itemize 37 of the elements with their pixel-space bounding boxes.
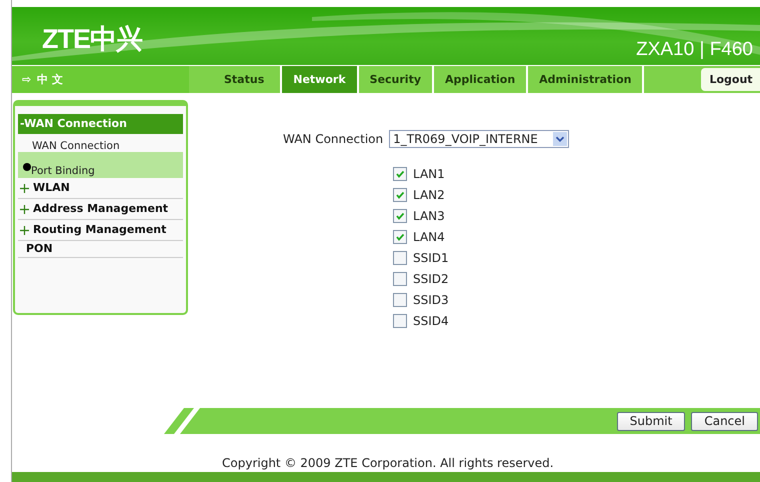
- logo: ZTE中兴: [42, 23, 142, 56]
- checkbox[interactable]: [393, 167, 407, 181]
- checkbox[interactable]: [393, 251, 407, 265]
- sidebar-item[interactable]: WAN Connection: [18, 134, 183, 152]
- checkbox-label: LAN4: [413, 230, 445, 244]
- nav-tab[interactable]: Network: [282, 66, 359, 93]
- field-label: WAN Connection: [283, 132, 384, 146]
- sidebar-group[interactable]: -WAN Connection: [18, 114, 183, 134]
- nav-tab[interactable]: Administration: [528, 66, 644, 93]
- checkbox-label: SSID4: [413, 314, 449, 328]
- sidebar-group[interactable]: WLAN: [33, 178, 70, 198]
- checkbox-label: LAN3: [413, 209, 445, 223]
- checkbox[interactable]: [393, 188, 407, 202]
- dropdown-icon: [553, 132, 568, 146]
- checkbox-label: SSID3: [413, 293, 449, 307]
- checkbox-label: SSID1: [413, 251, 449, 265]
- model-name: ZXA10 | F460: [636, 39, 753, 61]
- bullet-icon: [23, 163, 31, 171]
- checkbox-label: LAN1: [413, 167, 445, 181]
- sidebar-group[interactable]: PON: [18, 241, 183, 258]
- nav-tab[interactable]: Security: [358, 66, 434, 93]
- nav-tab[interactable]: Application: [434, 66, 528, 93]
- connection-select[interactable]: 1_TR069_VOIP_INTERNE: [389, 130, 570, 148]
- sidebar-group[interactable]: Address Management: [33, 199, 168, 219]
- sidebar-item[interactable]: Port Binding: [18, 152, 183, 178]
- checkbox[interactable]: [393, 314, 407, 328]
- logout-button[interactable]: Logout: [701, 68, 760, 91]
- checkbox[interactable]: [393, 209, 407, 223]
- checkbox[interactable]: [393, 230, 407, 244]
- checkbox-label: SSID2: [413, 272, 449, 286]
- form-button[interactable]: Cancel: [691, 412, 758, 430]
- sidebar-group[interactable]: Routing Management: [33, 220, 166, 240]
- checkbox[interactable]: [393, 272, 407, 286]
- checkbox-label: LAN2: [413, 188, 445, 202]
- form-button[interactable]: Submit: [616, 412, 686, 430]
- copyright-text: Copyright © 2009 ZTE Corporation. All rights reserved.: [222, 456, 555, 470]
- checkbox[interactable]: [393, 293, 407, 307]
